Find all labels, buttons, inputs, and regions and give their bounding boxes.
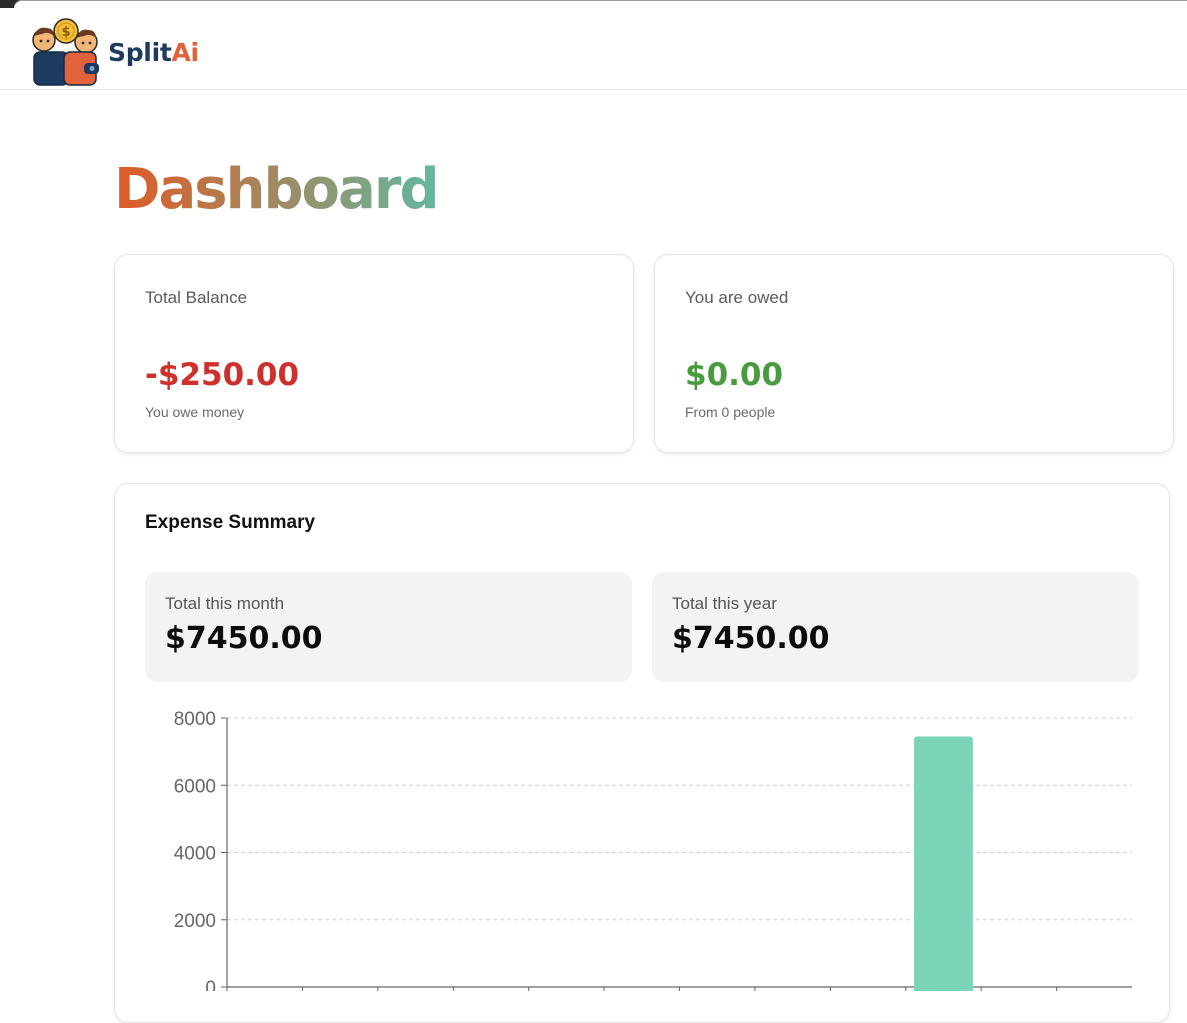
y-tick-label: 6000	[174, 776, 216, 797]
y-tick-label: 4000	[174, 844, 216, 865]
y-tick-label: 0	[205, 978, 216, 991]
expense-bar	[914, 736, 973, 991]
y-tick-label: 8000	[174, 709, 216, 730]
y-tick-label: 2000	[174, 911, 216, 932]
expense-bar-chart: 0 2000 4000 6000 8000	[174, 709, 1132, 991]
